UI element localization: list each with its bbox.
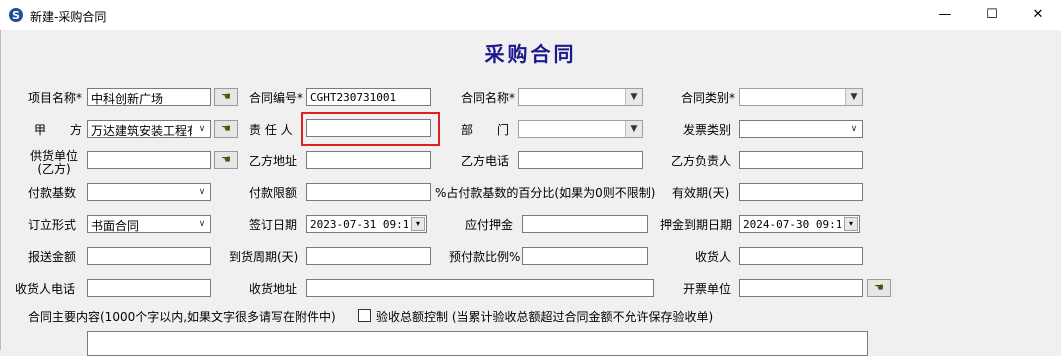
contract-no-label: 合同编号* bbox=[249, 91, 304, 105]
app-s-icon: S bbox=[9, 8, 23, 22]
chevron-down-icon[interactable]: ▼ bbox=[625, 121, 642, 137]
party-b-address-label: 乙方地址 bbox=[249, 154, 298, 168]
department-label: 部 门 bbox=[461, 123, 510, 137]
contract-type-select[interactable]: ▼ bbox=[739, 88, 863, 106]
supplier-input[interactable] bbox=[87, 151, 211, 169]
minimize-button[interactable]: — bbox=[922, 0, 968, 30]
maximize-button[interactable]: ☐ bbox=[969, 0, 1015, 30]
title-bar: S 新建-采购合同 — ☐ ✕ bbox=[0, 0, 1061, 30]
acceptance-control-label: 验收总额控制 (当累计验收总额超过合同金额不允许保存验收单) bbox=[376, 310, 714, 324]
form-heading: 采购合同 bbox=[484, 42, 577, 66]
party-b-person-input[interactable] bbox=[739, 151, 863, 169]
date-spin-icon[interactable]: ▾ bbox=[411, 217, 425, 231]
receiving-address-input[interactable] bbox=[306, 279, 654, 297]
department-select[interactable]: ▼ bbox=[518, 120, 643, 138]
invoice-unit-lookup-icon[interactable]: ☚ bbox=[867, 279, 891, 297]
invoice-unit-label: 开票单位 bbox=[683, 282, 732, 296]
validity-input[interactable] bbox=[739, 183, 863, 201]
prepay-ratio-label: 预付款比例% bbox=[449, 250, 521, 264]
deposit-payable-label: 应付押金 bbox=[465, 218, 514, 232]
svg-text:S: S bbox=[12, 9, 20, 22]
main-content-textarea[interactable] bbox=[87, 331, 868, 356]
chevron-down-icon[interactable]: ∨ bbox=[194, 121, 210, 137]
receiver-phone-input[interactable] bbox=[87, 279, 211, 297]
supplier-lookup-icon[interactable]: ☚ bbox=[214, 151, 238, 169]
payment-limit-note: %占付款基数的百分比(如果为0则不限制) bbox=[435, 186, 656, 200]
receiver-phone-label: 收货人电话 bbox=[15, 282, 76, 296]
validity-label: 有效期(天) bbox=[672, 186, 730, 200]
party-a-label: 甲 方 bbox=[34, 123, 83, 137]
party-b-phone-label: 乙方电话 bbox=[461, 154, 510, 168]
acceptance-control-checkbox[interactable] bbox=[358, 309, 371, 322]
order-form-label: 订立形式 bbox=[28, 218, 77, 232]
deposit-due-date-label: 押金到期日期 bbox=[660, 218, 733, 232]
invoice-type-label: 发票类别 bbox=[683, 123, 732, 137]
chevron-down-icon[interactable]: ▼ bbox=[845, 89, 862, 105]
delivery-period-input[interactable] bbox=[306, 247, 431, 265]
sign-date-picker[interactable]: 2023-07-31 09:18:▾ bbox=[306, 215, 427, 233]
contract-no-input[interactable]: CGHT230731001 bbox=[306, 88, 431, 106]
invoice-unit-input[interactable] bbox=[739, 279, 863, 297]
chevron-down-icon[interactable]: ∨ bbox=[194, 184, 210, 200]
window-title: 新建-采购合同 bbox=[30, 10, 107, 24]
receiver-label: 收货人 bbox=[695, 250, 732, 264]
payment-base-select[interactable]: ∨ bbox=[87, 183, 211, 201]
contract-type-label: 合同类别* bbox=[681, 91, 736, 105]
close-button[interactable]: ✕ bbox=[1015, 0, 1061, 30]
receiver-input[interactable] bbox=[739, 247, 863, 265]
party-a-lookup-icon[interactable]: ☚ bbox=[214, 120, 238, 138]
responsible-label: 责 任 人 bbox=[249, 123, 293, 137]
report-amount-label: 报送金额 bbox=[28, 250, 77, 264]
deposit-due-date-picker[interactable]: 2024-07-30 09:18:▾ bbox=[739, 215, 860, 233]
invoice-type-select[interactable]: ∨ bbox=[739, 120, 863, 138]
project-lookup-icon[interactable]: ☚ bbox=[214, 88, 238, 106]
deposit-payable-input[interactable] bbox=[522, 215, 648, 233]
prepay-ratio-input[interactable] bbox=[522, 247, 648, 265]
contract-name-select[interactable]: ▼ bbox=[518, 88, 643, 106]
chevron-down-icon[interactable]: ∨ bbox=[194, 216, 210, 232]
payment-limit-input[interactable] bbox=[306, 183, 431, 201]
party-b-address-input[interactable] bbox=[306, 151, 431, 169]
chevron-down-icon[interactable]: ∨ bbox=[846, 121, 862, 137]
date-spin-icon[interactable]: ▾ bbox=[844, 217, 858, 231]
order-form-select[interactable]: 书面合同 ∨ bbox=[87, 215, 211, 233]
party-a-select[interactable]: 万达建筑安装工程有 ∨ bbox=[87, 120, 211, 138]
party-b-phone-input[interactable] bbox=[518, 151, 643, 169]
sign-date-label: 签订日期 bbox=[249, 218, 298, 232]
project-name-label: 项目名称* bbox=[28, 91, 83, 105]
chevron-down-icon[interactable]: ▼ bbox=[625, 89, 642, 105]
supplier-label: 供货单位 (乙方) bbox=[30, 149, 79, 176]
party-b-person-label: 乙方负责人 bbox=[671, 154, 732, 168]
payment-limit-label: 付款限额 bbox=[249, 186, 298, 200]
project-name-input[interactable]: 中科创新广场 bbox=[87, 88, 211, 106]
receiving-address-label: 收货地址 bbox=[249, 282, 298, 296]
responsible-highlight bbox=[301, 112, 440, 146]
report-amount-input[interactable] bbox=[87, 247, 211, 265]
payment-base-label: 付款基数 bbox=[28, 186, 77, 200]
main-content-label: 合同主要内容(1000个字以内,如果文字很多请写在附件中) bbox=[28, 310, 336, 324]
delivery-period-label: 到货周期(天) bbox=[229, 250, 299, 264]
contract-name-label: 合同名称* bbox=[461, 91, 516, 105]
